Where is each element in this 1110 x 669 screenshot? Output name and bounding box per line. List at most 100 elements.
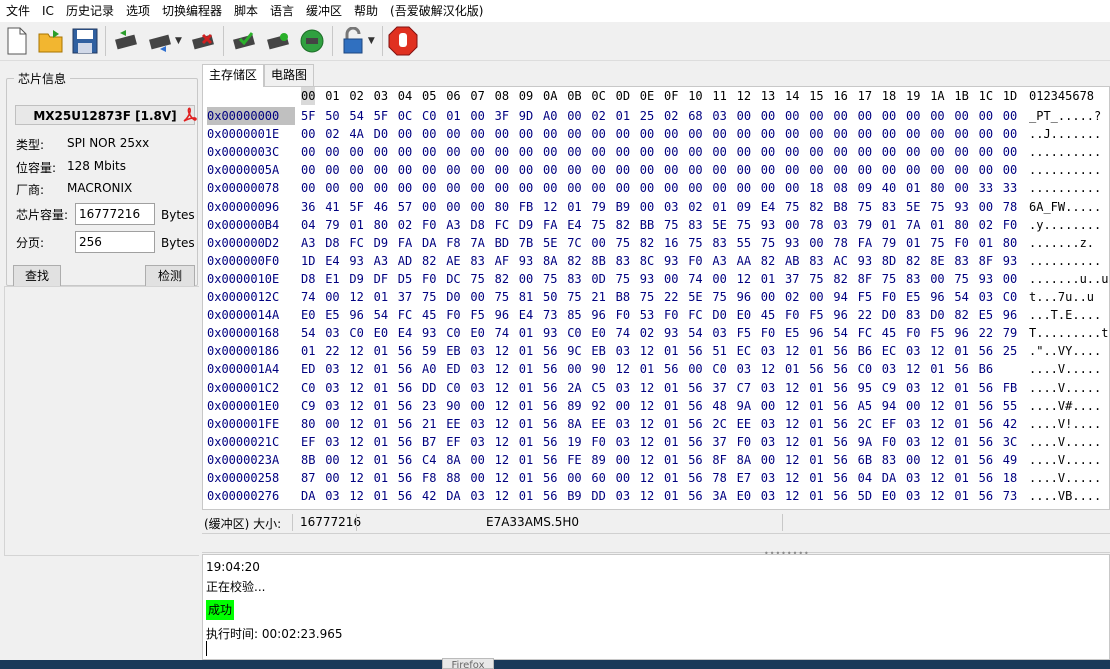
hex-byte[interactable]: 02 [325,125,349,143]
hex-byte[interactable]: 00 [833,143,857,161]
hex-byte[interactable]: 21 [591,288,615,306]
hex-byte[interactable]: 56 [833,433,857,451]
chevron-down-icon[interactable]: ▼ [368,36,375,46]
hex-byte[interactable]: 01 [882,216,906,234]
hex-byte[interactable]: 56 [688,487,712,505]
hex-byte[interactable]: 45 [882,324,906,342]
hex-byte[interactable]: 00 [979,107,1003,125]
hex-byte[interactable]: 00 [398,125,422,143]
hex-byte[interactable]: 00 [954,179,978,197]
hex-byte[interactable]: FC [495,216,519,234]
hex-byte[interactable]: ED [301,360,325,378]
hex-byte[interactable]: 03 [470,379,494,397]
hex-byte[interactable]: 9D [519,107,543,125]
hex-byte[interactable]: EF [446,433,470,451]
hex-byte[interactable]: F0 [1003,216,1027,234]
hex-byte[interactable]: 96 [349,306,373,324]
hex-byte[interactable]: 93 [543,324,567,342]
hex-byte[interactable]: 00 [301,161,325,179]
hex-byte[interactable]: C0 [1003,288,1027,306]
hex-byte[interactable]: 75 [954,270,978,288]
hex-byte[interactable]: 00 [640,198,664,216]
hex-byte[interactable]: 37 [785,270,809,288]
hex-byte[interactable]: 79 [325,216,349,234]
hex-byte[interactable]: 3A [712,487,736,505]
hex-byte[interactable]: DD [422,379,446,397]
hex-row[interactable]: 0x00000186 01 22 12 01 56 59 EB 03 12 01 56 9C EB 03 12… [203,342,1109,360]
hex-byte[interactable]: 00 [688,179,712,197]
hex-byte[interactable]: 54 [688,324,712,342]
hex-byte[interactable]: 03 [325,397,349,415]
hex-byte[interactable]: D8 [325,234,349,252]
hex-byte[interactable]: 09 [858,179,882,197]
hex-byte[interactable]: D8 [470,216,494,234]
hex-byte[interactable]: FE [567,451,591,469]
hex-byte[interactable]: 01 [954,379,978,397]
hex-byte[interactable]: 12 [785,415,809,433]
hex-byte[interactable]: 00 [664,125,688,143]
hex-byte[interactable]: 78 [1003,198,1027,216]
hex-row[interactable]: 0x000001FE 80 00 12 01 56 21 EE 03 12 01 56 8A EE 03 12… [203,415,1109,433]
hex-byte[interactable]: 00 [325,469,349,487]
hex-byte[interactable]: 49 [1003,451,1027,469]
hex-byte[interactable]: 12 [640,469,664,487]
hex-byte[interactable]: C0 [712,360,736,378]
hex-row[interactable]: 0x00000276 DA 03 12 01 56 42 DA 03 12 01 56 B9 DD 03 12… [203,487,1109,505]
hex-byte[interactable]: 56 [398,360,422,378]
hex-byte[interactable]: 01 [664,451,688,469]
hex-byte[interactable]: 00 [761,179,785,197]
hex-byte[interactable]: 00 [374,161,398,179]
hex-byte[interactable]: F5 [930,324,954,342]
hex-byte[interactable]: 03 [616,415,640,433]
hex-byte[interactable]: 56 [398,415,422,433]
hex-byte[interactable]: 00 [882,143,906,161]
hex-byte[interactable]: 96 [809,324,833,342]
hex-byte[interactable]: 00 [930,270,954,288]
hex-byte[interactable]: 96 [737,288,761,306]
hex-byte[interactable]: 03 [470,342,494,360]
hex-byte[interactable]: 56 [398,451,422,469]
hex-byte[interactable]: 00 [1003,161,1027,179]
hex-byte[interactable]: 75 [688,234,712,252]
hex-byte[interactable]: 12 [785,451,809,469]
hex-byte[interactable]: F0 [591,433,615,451]
hex-byte[interactable]: 12 [930,433,954,451]
hex-byte[interactable]: 01 [374,360,398,378]
hex-byte[interactable]: 45 [422,306,446,324]
hex-byte[interactable]: F0 [422,270,446,288]
hex-byte[interactable]: 37 [712,433,736,451]
menu-item[interactable]: IC [36,0,60,22]
hex-byte[interactable]: 03 [761,415,785,433]
hex-byte[interactable]: 12 [349,487,373,505]
hex-byte[interactable]: 79 [591,198,615,216]
hex-byte[interactable]: 12 [930,342,954,360]
hex-row[interactable]: 0x00000258 87 00 12 01 56 F8 88 00 12 01 56 00 60 00 12… [203,469,1109,487]
hex-byte[interactable]: 9C [567,342,591,360]
hex-byte[interactable]: 00 [398,161,422,179]
hex-byte[interactable]: 00 [809,125,833,143]
hex-byte[interactable]: 83 [906,306,930,324]
hex-byte[interactable]: FC [398,306,422,324]
hex-byte[interactable]: 82 [422,252,446,270]
hex-byte[interactable]: 7C [567,234,591,252]
hex-byte[interactable]: 00 [858,107,882,125]
hex-byte[interactable]: 5E [712,216,736,234]
hex-byte[interactable]: 54 [301,324,325,342]
hex-byte[interactable]: 03 [470,487,494,505]
protect-button[interactable] [338,25,368,57]
hex-byte[interactable]: 01 [664,469,688,487]
hex-byte[interactable]: 01 [616,107,640,125]
hex-byte[interactable]: 01 [954,433,978,451]
hex-byte[interactable]: 01 [519,415,543,433]
hex-byte[interactable]: 93 [664,252,688,270]
hex-byte[interactable]: 12 [495,379,519,397]
hex-byte[interactable]: 12 [930,451,954,469]
hex-byte[interactable]: AF [495,252,519,270]
hex-byte[interactable]: 03 [906,342,930,360]
hex-byte[interactable]: 00 [979,143,1003,161]
hex-byte[interactable]: 96 [591,306,615,324]
hex-byte[interactable]: 96 [954,324,978,342]
hex-byte[interactable]: 12 [349,342,373,360]
hex-byte[interactable]: 00 [809,288,833,306]
hex-byte[interactable]: 00 [712,143,736,161]
